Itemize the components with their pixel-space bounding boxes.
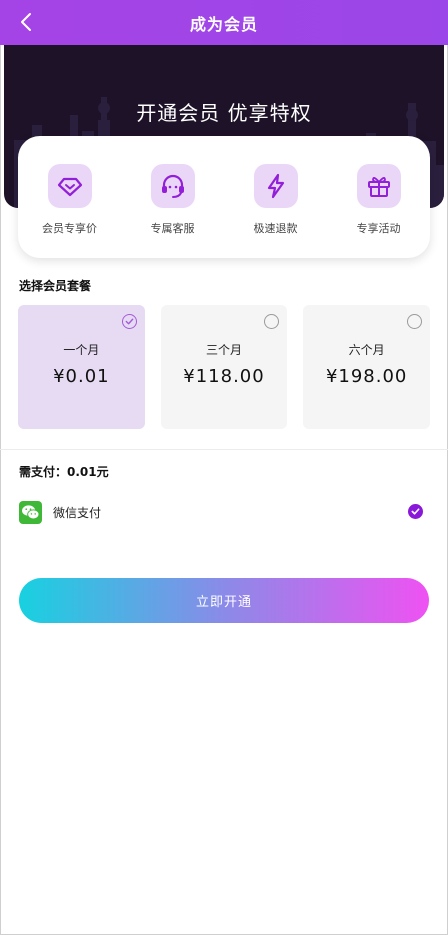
page-title: 成为会员 — [189, 14, 258, 34]
plan-name: 一个月 — [63, 343, 100, 357]
wechat-icon — [22, 504, 40, 519]
privilege-exclusive-events: 专享活动 — [334, 164, 424, 236]
plan-name: 三个月 — [206, 343, 243, 357]
activate-now-button[interactable]: 立即开通 — [19, 578, 429, 623]
privilege-label: 专享活动 — [356, 222, 401, 235]
check-icon — [411, 508, 420, 515]
amount-due: 需支付：0.01元 — [19, 465, 109, 479]
plan-name: 六个月 — [348, 343, 385, 357]
banner-title: 开通会员 优享特权 — [136, 101, 312, 125]
privilege-customer-service: 专属客服 — [128, 164, 218, 236]
plan-radio-checked[interactable] — [121, 314, 137, 329]
plans-section-title: 选择会员套餐 — [19, 279, 92, 293]
plan-price: ¥0.01 — [53, 366, 110, 387]
privilege-label: 会员专享价 — [42, 222, 97, 235]
payment-selected-check[interactable] — [408, 504, 423, 519]
privilege-fast-refund: 极速退款 — [231, 164, 321, 236]
diamond-icon — [57, 177, 82, 197]
plan-six-months[interactable]: 六个月 ¥198.00 — [303, 305, 431, 429]
gift-icon — [367, 177, 390, 197]
plan-radio-unchecked[interactable] — [264, 314, 280, 329]
lightning-icon — [267, 173, 284, 199]
privilege-member-price: 会员专享价 — [25, 164, 115, 236]
section-divider — [0, 449, 448, 450]
privilege-label: 极速退款 — [253, 222, 298, 235]
plan-radio-unchecked[interactable] — [407, 314, 423, 329]
plan-price: ¥198.00 — [325, 366, 408, 387]
check-icon — [125, 318, 133, 325]
payment-method-wechat[interactable]: 微信支付 — [19, 500, 429, 524]
privileges-card: 会员专享价 专属客服 极速退款 专享活动 — [18, 136, 430, 258]
plan-price: ¥118.00 — [183, 366, 265, 387]
payment-method-label: 微信支付 — [53, 505, 102, 520]
plan-one-month[interactable]: 一个月 ¥0.01 — [18, 305, 145, 429]
back-button[interactable] — [12, 8, 40, 36]
customer-service-icon — [161, 174, 184, 198]
plan-options: 一个月 ¥0.01 三个月 ¥118.00 六个月 ¥198.00 — [18, 305, 431, 429]
plan-three-months[interactable]: 三个月 ¥118.00 — [160, 305, 288, 429]
privilege-label: 专属客服 — [150, 222, 195, 235]
top-nav-bar: 成为会员 — [0, 0, 448, 45]
chevron-left-icon — [21, 13, 31, 31]
